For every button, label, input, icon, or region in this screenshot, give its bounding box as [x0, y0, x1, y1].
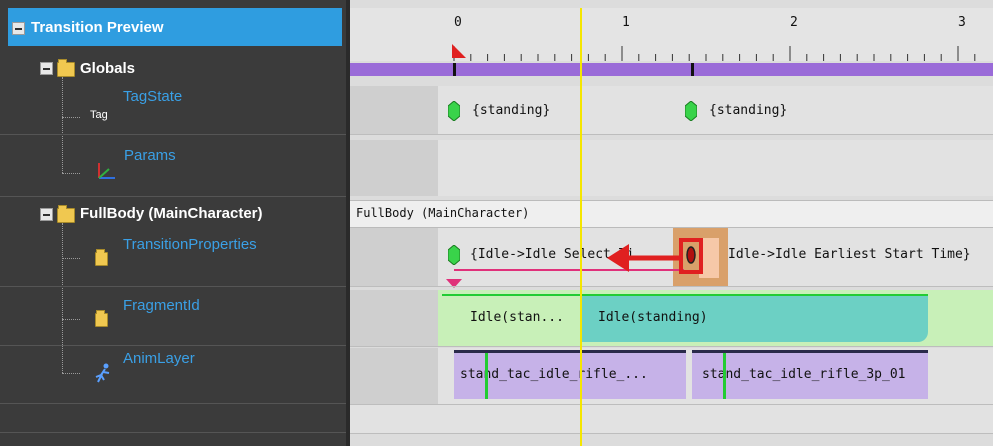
- tagstate-track[interactable]: {standing} {standing}: [350, 86, 993, 134]
- range-bar[interactable]: [350, 63, 993, 76]
- tree-guide: [62, 373, 80, 374]
- fragment-clip-label: Idle(standing): [598, 310, 708, 325]
- anim-blend-marker: [723, 353, 726, 399]
- tag-event-label: {standing}: [472, 103, 551, 118]
- tag-icon: Tag: [90, 109, 108, 121]
- anim-clip-label: stand_tac_idle_rifle_3p_01: [702, 367, 906, 382]
- collapse-icon[interactable]: [40, 62, 53, 75]
- running-figure-icon: [95, 363, 110, 383]
- range-tick: [691, 63, 694, 76]
- fullbody-scope-header: FullBody (MainCharacter): [350, 200, 993, 228]
- track-params-label[interactable]: Params: [124, 147, 176, 164]
- range-tick: [453, 63, 456, 76]
- folder-icon: [57, 59, 75, 77]
- tree-guide: [62, 258, 80, 259]
- fragment-clip-label: Idle(stan...: [470, 310, 564, 325]
- track-animlayer-label[interactable]: AnimLayer: [123, 350, 195, 367]
- row-separator: [0, 403, 346, 404]
- tree-guide: [62, 117, 80, 118]
- timeline-panel[interactable]: 0 1 2 3 {standing} {standing} FullBody (…: [350, 0, 993, 446]
- selected-marker-icon[interactable]: [686, 245, 696, 265]
- anim-clip[interactable]: stand_tac_idle_rifle_3p_01: [692, 350, 928, 399]
- track-body: [438, 140, 993, 196]
- fullbody-header-label: FullBody (MainCharacter): [356, 206, 530, 220]
- group-globals-label[interactable]: Globals: [80, 60, 135, 77]
- tree-guide: [62, 223, 63, 373]
- track-gutter: [350, 140, 439, 196]
- empty-track: [350, 405, 993, 433]
- collapse-icon[interactable]: [12, 22, 25, 35]
- tree-guide: [62, 77, 63, 173]
- row-separator: [0, 345, 346, 346]
- tree-guide: [62, 173, 80, 174]
- tree-guide: [62, 319, 80, 320]
- transition-end-marker-icon[interactable]: [446, 279, 462, 289]
- track-gutter: [350, 228, 439, 286]
- anim-clip[interactable]: stand_tac_idle_rifle_...: [454, 350, 686, 399]
- row-separator: [0, 134, 346, 135]
- collapse-icon[interactable]: [40, 208, 53, 221]
- tree-root-transition-preview[interactable]: Transition Preview: [8, 8, 342, 46]
- box-icon: [95, 249, 108, 266]
- tag-event-marker-icon[interactable]: [448, 101, 460, 121]
- track-transitionproperties-label[interactable]: TransitionProperties: [123, 236, 257, 253]
- row-separator: [0, 196, 346, 197]
- start-marker-icon[interactable]: [452, 44, 468, 58]
- track-gutter: [350, 290, 439, 346]
- track-tagstate-label[interactable]: TagState: [123, 88, 182, 105]
- fragment-clip[interactable]: Idle(stan...: [442, 294, 580, 342]
- row-separator: [0, 432, 346, 433]
- callout-arrow-icon: [607, 244, 679, 272]
- tag-event-label: {standing}: [709, 103, 788, 118]
- mannequin-transition-preview: Transition Preview Globals Tag TagState …: [0, 0, 993, 446]
- transition-earliest-start-label: Idle->Idle Earliest Start Time}: [728, 247, 971, 262]
- fragment-clip[interactable]: Idle(standing): [580, 294, 928, 342]
- ruler-ticks: [453, 46, 976, 61]
- playhead[interactable]: [580, 8, 582, 446]
- track-separator: [350, 286, 993, 287]
- folder-icon: [57, 205, 75, 223]
- animlayer-track[interactable]: stand_tac_idle_rifle_... stand_tac_idle_…: [350, 348, 993, 404]
- tag-event-marker-icon[interactable]: [685, 101, 697, 121]
- params-track[interactable]: [350, 140, 993, 196]
- track-separator: [350, 346, 993, 347]
- transition-start-marker-icon[interactable]: [448, 245, 460, 265]
- fragmentid-track[interactable]: Idle(stan... Idle(standing): [350, 290, 993, 346]
- tree-root-label: Transition Preview: [31, 19, 164, 36]
- time-ruler[interactable]: 0 1 2 3: [350, 8, 993, 61]
- row-separator: [0, 286, 346, 287]
- track-separator: [350, 134, 993, 135]
- group-fullbody-label[interactable]: FullBody (MainCharacter): [80, 205, 263, 222]
- track-tree-panel: Transition Preview Globals Tag TagState …: [0, 0, 350, 446]
- box-icon: [95, 310, 108, 327]
- track-gutter: [350, 86, 439, 134]
- track-gutter: [350, 348, 439, 404]
- anim-clip-label: stand_tac_idle_rifle_...: [460, 367, 648, 382]
- anim-blend-marker: [485, 353, 488, 399]
- track-fragmentid-label[interactable]: FragmentId: [123, 297, 200, 314]
- transitionproperties-track[interactable]: {Idle->Idle Select Ti... Idle->Idle Earl…: [350, 228, 993, 289]
- track-separator: [350, 433, 993, 434]
- axis-params-icon: [98, 163, 115, 179]
